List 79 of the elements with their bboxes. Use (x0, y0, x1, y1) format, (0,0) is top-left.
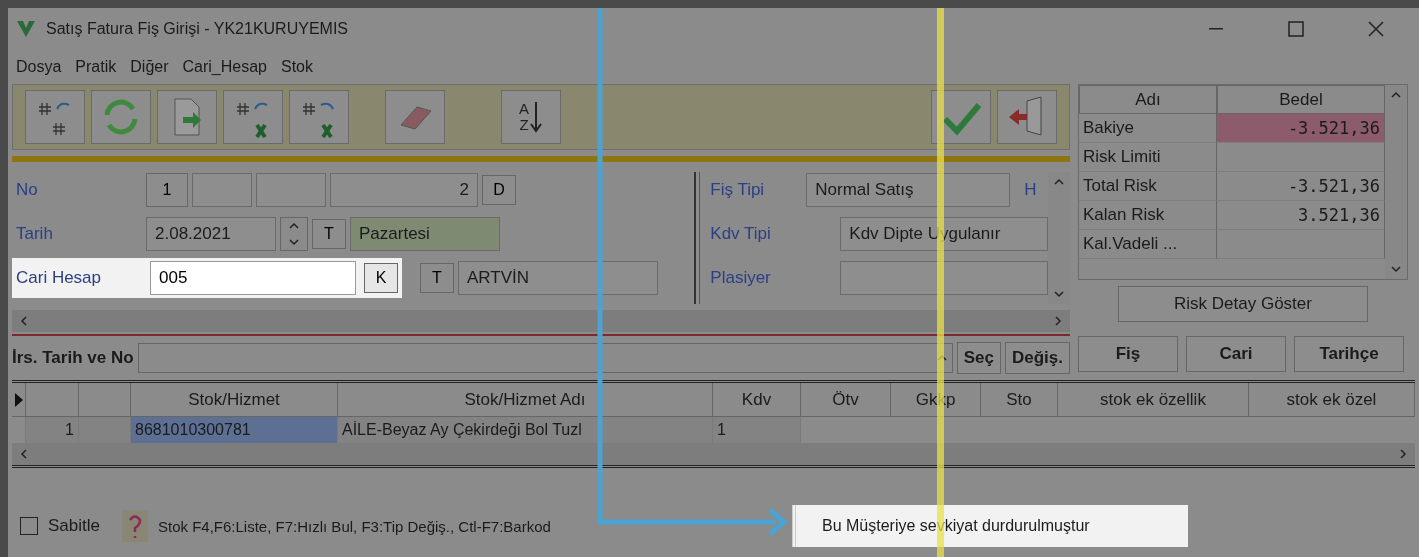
maximize-icon (1288, 21, 1304, 37)
toolbar-button[interactable] (289, 90, 349, 144)
scroll-left-icon[interactable] (18, 315, 30, 327)
menu-item[interactable]: Cari_Hesap (182, 58, 267, 76)
side-button[interactable]: Tarihçe (1294, 336, 1404, 372)
number-field[interactable]: 2 (330, 173, 478, 207)
risk-detail-button[interactable]: Risk Detay Göster (1118, 286, 1368, 322)
column-header: Sto (981, 383, 1058, 417)
table-cell: Kalan Risk (1079, 201, 1217, 230)
help-icon[interactable] (122, 510, 148, 542)
window-title: Satış Fatura Fiş Girişi - YK21KURUYEMIS (46, 20, 349, 38)
d-button[interactable]: D (482, 175, 516, 205)
table-cell: Total Risk (1079, 172, 1217, 201)
table-cell: 1 (26, 417, 79, 443)
field-label: Cari Hesap (15, 268, 103, 288)
horizontal-scrollbar[interactable] (12, 310, 1070, 332)
column-header: Adı (1079, 85, 1217, 114)
column-header: Ötv (801, 383, 891, 417)
checkbox-label: Sabitle (48, 516, 100, 536)
side-button[interactable]: Cari (1186, 336, 1286, 372)
side-button[interactable]: Fiş (1078, 336, 1178, 372)
scroll-down-icon[interactable] (288, 236, 300, 248)
table-cell: Kal.Vadeli ... (1079, 230, 1217, 259)
toolbar-button[interactable] (385, 90, 445, 144)
day-field: Pazartesi (350, 217, 500, 251)
column-header: stok ek özel (1249, 383, 1415, 417)
field-label: Plasiyer (709, 268, 772, 288)
scroll-down-icon[interactable] (1390, 263, 1402, 275)
table-cell: 8681010300781 (131, 417, 338, 443)
column-header: Bedel (1217, 85, 1385, 114)
checkbox[interactable] (20, 517, 38, 535)
scroll-left-icon[interactable] (18, 448, 30, 460)
menu-item[interactable]: Stok (281, 58, 313, 76)
scroll-right-icon[interactable] (1397, 448, 1409, 460)
toolbar-button[interactable] (91, 90, 151, 144)
minimize-icon (1209, 28, 1223, 30)
field-label: Kdv Tipi (709, 224, 772, 244)
field-label: İrs. Tarih ve No (12, 348, 134, 368)
exit-button[interactable] (997, 90, 1057, 144)
menu-item[interactable]: Dosya (16, 58, 62, 76)
scroll-right-icon[interactable] (1052, 315, 1064, 327)
sort-button[interactable]: A Z (501, 90, 561, 144)
toolbar-button[interactable] (223, 90, 283, 144)
k-button[interactable]: K (364, 263, 398, 293)
type-dropdown[interactable]: Normal Satış (806, 173, 1011, 207)
field-label: H (1023, 180, 1038, 200)
field-label: No (15, 180, 39, 200)
field-label: Fiş Tipi (709, 180, 766, 200)
menu-item[interactable]: Pratik (75, 58, 117, 76)
salesperson-field[interactable] (840, 261, 1049, 295)
table-cell: 1 (713, 417, 801, 443)
toolbar-button[interactable] (25, 90, 85, 144)
column-header: stok ek özellik (1058, 383, 1249, 417)
close-icon (1368, 21, 1384, 37)
account-field[interactable]: 005 (150, 261, 356, 295)
series-field[interactable]: 1 (146, 173, 188, 207)
toolbar-button[interactable] (157, 90, 217, 144)
waybill-button[interactable]: Seç (956, 342, 1001, 374)
date-field[interactable]: 2.08.2021 (146, 217, 276, 251)
table-cell (79, 417, 131, 443)
menu-item[interactable]: Diğer (130, 58, 169, 76)
city-field: ARTVİN (458, 261, 658, 295)
current-row-icon (14, 392, 23, 407)
t-button[interactable]: T (420, 263, 454, 293)
waybill-button[interactable]: Değiş. (1004, 342, 1070, 374)
field-label: Tarih (15, 224, 54, 244)
waybill-field[interactable] (137, 343, 953, 373)
scroll-down-icon[interactable] (1053, 288, 1066, 300)
table-cell: Risk Limiti (1079, 143, 1217, 172)
series-part-field[interactable] (256, 173, 326, 207)
horizontal-scrollbar[interactable] (12, 443, 1415, 465)
today-button[interactable]: T (312, 219, 346, 249)
date-spinner[interactable] (280, 217, 308, 251)
down-arrow-icon (529, 100, 543, 134)
series-part-field[interactable] (192, 173, 252, 207)
table-cell: -3.521,36 (1217, 114, 1385, 143)
app-logo-icon (16, 20, 36, 38)
shortcut-hint: Stok F4,F6:Liste, F7:Hızlı Bul, F3:Tip Değiş., Ctl-F7:Barkod (158, 517, 551, 535)
table-cell: AİLE-Beyaz Ay Çekirdeği Bol Tuzl (338, 417, 713, 443)
